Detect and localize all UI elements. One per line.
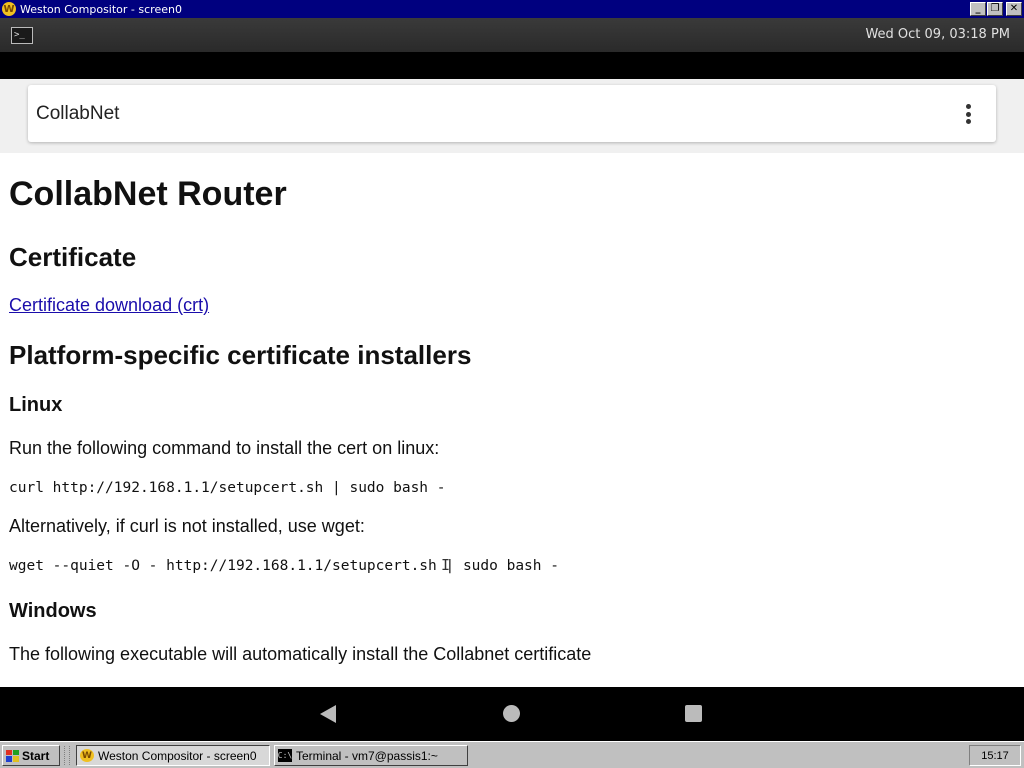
taskbar-separator	[64, 746, 70, 765]
minimize-button[interactable]: _	[970, 2, 986, 16]
close-button[interactable]: ✕	[1006, 2, 1022, 16]
wget-command[interactable]: wget --quiet -O - http://192.168.1.1/set…	[9, 558, 559, 574]
window-title: Weston Compositor - screen0	[20, 2, 182, 16]
linux-instructions: Run the following command to install the…	[9, 438, 440, 458]
back-triangle-icon[interactable]	[320, 705, 336, 723]
taskbar-item-weston[interactable]: W Weston Compositor - screen0	[76, 745, 270, 766]
windows-flag-icon	[6, 749, 19, 762]
android-nav-bar	[0, 687, 1024, 741]
home-circle-icon[interactable]	[503, 705, 520, 722]
curl-command[interactable]: curl http://192.168.1.1/setupcert.sh | s…	[9, 480, 446, 496]
appbar-container: CollabNet	[0, 79, 1024, 153]
window-controls: _ ❐ ✕	[970, 2, 1022, 16]
restore-button[interactable]: ❐	[987, 2, 1003, 16]
more-vert-icon[interactable]	[964, 104, 972, 124]
tray-clock: 15:17	[969, 745, 1021, 766]
installers-heading: Platform-specific certificate installers	[9, 340, 472, 370]
recents-square-icon[interactable]	[685, 705, 702, 722]
wget-instructions: Alternatively, if curl is not installed,…	[9, 516, 365, 536]
taskbar: Start W Weston Compositor - screen0 C:\ …	[0, 741, 1024, 768]
windows-heading: Windows	[9, 600, 97, 622]
web-page[interactable]: CollabNet CollabNet Router Certificate C…	[0, 79, 1024, 687]
terminal-icon: C:\	[277, 749, 293, 762]
text-cursor-icon: I	[441, 556, 451, 574]
start-label: Start	[22, 748, 50, 763]
appbar-title[interactable]: CollabNet	[36, 103, 119, 125]
taskbar-item-label: Terminal - vm7@passis1:~	[296, 748, 438, 763]
taskbar-item-terminal[interactable]: C:\ Terminal - vm7@passis1:~	[274, 745, 468, 766]
certificate-download-link[interactable]: Certificate download (crt)	[9, 295, 209, 316]
appbar: CollabNet	[28, 85, 996, 142]
linux-heading: Linux	[9, 394, 63, 416]
panel-clock: Wed Oct 09, 03:18 PM	[865, 27, 1010, 42]
window-titlebar[interactable]: W Weston Compositor - screen0 _ ❐ ✕	[0, 0, 1024, 18]
taskbar-item-label: Weston Compositor - screen0	[98, 748, 257, 763]
weston-icon: W	[2, 2, 16, 16]
certificate-heading: Certificate	[9, 242, 137, 272]
start-button[interactable]: Start	[2, 745, 60, 766]
page-title: CollabNet Router	[9, 175, 287, 213]
weston-panel: >_ Wed Oct 09, 03:18 PM	[0, 18, 1024, 52]
windows-instructions: The following executable will automatica…	[9, 644, 592, 664]
android-status-bar	[0, 52, 1024, 79]
terminal-launcher-icon[interactable]: >_	[11, 27, 33, 44]
weston-icon: W	[80, 749, 94, 762]
